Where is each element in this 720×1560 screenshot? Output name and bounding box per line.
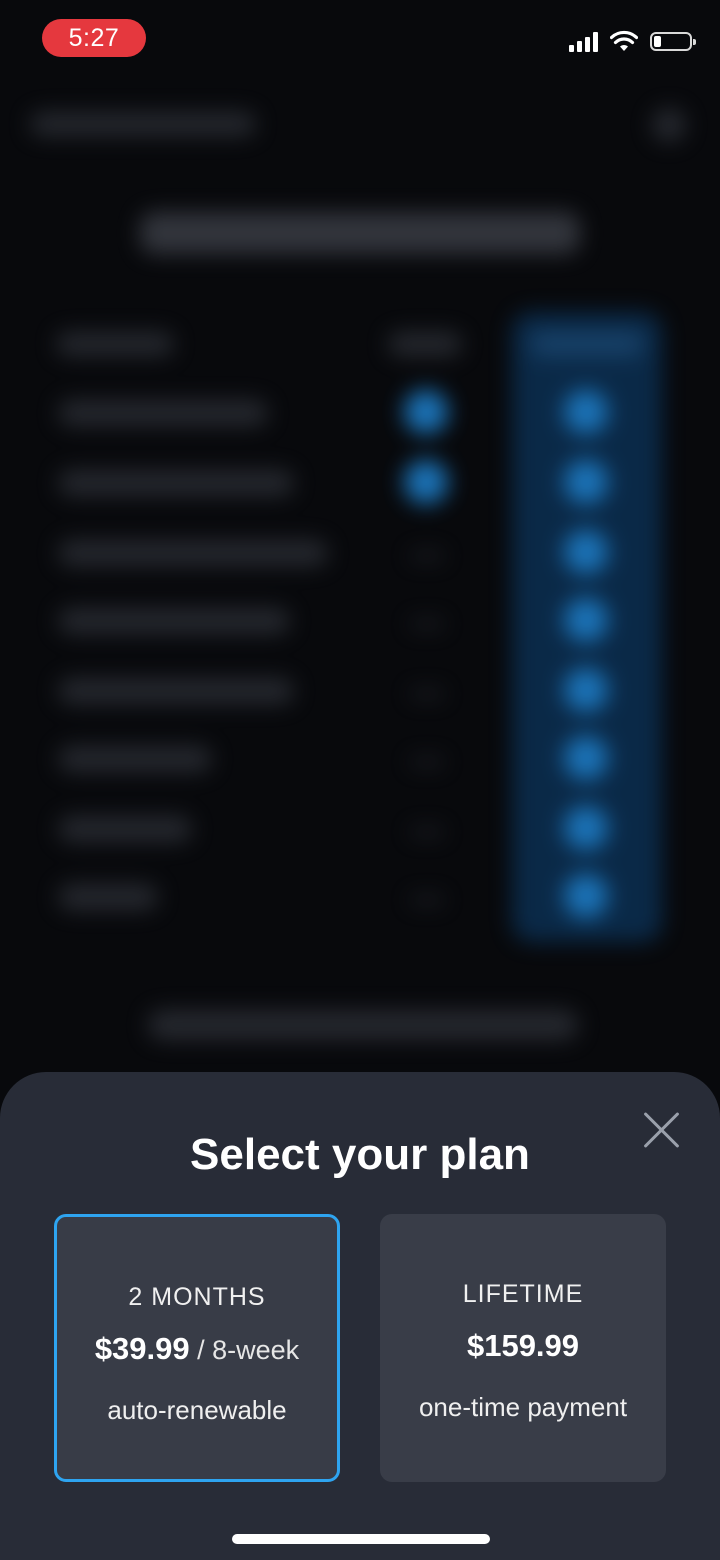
plan-name: 2 MONTHS	[128, 1283, 266, 1311]
cellular-signal-icon	[569, 30, 598, 52]
status-bar: 5:27	[0, 0, 720, 80]
plan-note: auto-renewable	[107, 1395, 287, 1425]
plan-price-row: $39.99 / 8-week	[57, 1331, 337, 1367]
status-icons	[569, 30, 696, 52]
plan-card-2-months[interactable]: 2 MONTHS $39.99 / 8-week auto-renewable	[54, 1214, 340, 1482]
battery-icon	[650, 31, 696, 51]
plan-note: one-time payment	[418, 1392, 628, 1422]
plan-card-lifetime[interactable]: LIFETIME $159.99 one-time payment	[380, 1214, 666, 1482]
wifi-icon	[610, 30, 638, 51]
status-time: 5:27	[42, 19, 146, 57]
blurred-background	[0, 0, 720, 1100]
sheet-title: Select your plan	[190, 1130, 530, 1179]
plan-period: / 8-week	[189, 1335, 300, 1365]
plan-price-row: $159.99	[380, 1328, 666, 1364]
plan-price: $159.99	[466, 1328, 580, 1363]
battery-level	[654, 35, 661, 47]
plan-name: LIFETIME	[462, 1280, 584, 1308]
plan-selection-sheet: Select your plan 2 MONTHS $39.99 / 8-wee…	[0, 1072, 720, 1560]
home-indicator[interactable]	[232, 1534, 490, 1544]
plan-price: $39.99	[94, 1331, 190, 1366]
